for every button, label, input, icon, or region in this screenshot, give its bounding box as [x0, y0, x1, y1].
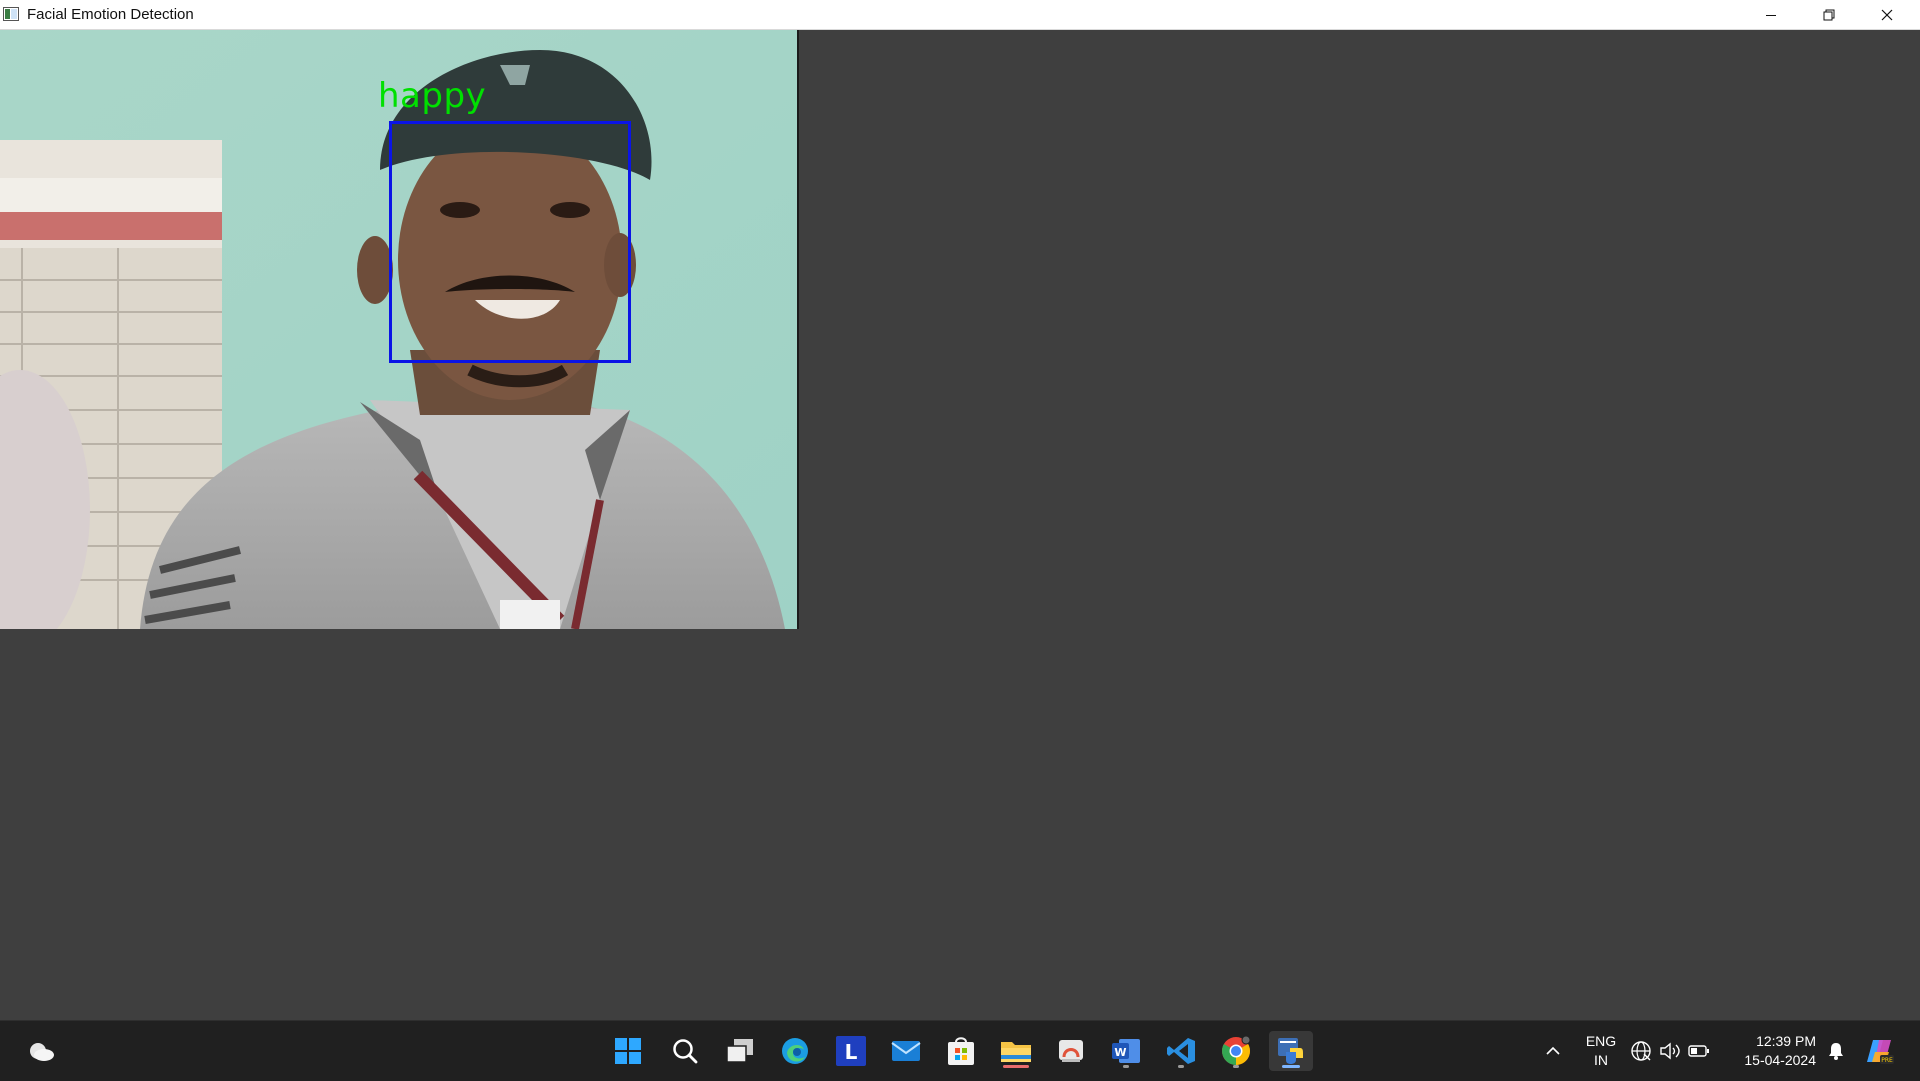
taskbar-remote-desktop[interactable]	[1051, 1031, 1091, 1071]
input-language-indicator[interactable]: ENG IN	[1578, 1032, 1624, 1070]
taskbar-word[interactable]: W	[1106, 1031, 1146, 1071]
svg-text:L: L	[845, 1040, 858, 1064]
copilot-icon: PRE	[1867, 1040, 1894, 1064]
minimize-icon	[1766, 14, 1776, 16]
taskbar-store[interactable]	[941, 1031, 981, 1071]
task-view-icon	[726, 1039, 753, 1063]
edge-icon	[782, 1038, 808, 1064]
active-window-indicator	[1282, 1065, 1300, 1068]
taskbar-chrome[interactable]	[1216, 1031, 1256, 1071]
store-icon	[948, 1037, 974, 1065]
python-icon	[1278, 1038, 1303, 1064]
emotion-label: happy	[378, 76, 487, 116]
taskbar-mail[interactable]	[886, 1031, 926, 1071]
bell-icon	[1829, 1043, 1843, 1060]
windows-start-icon	[615, 1038, 641, 1064]
restore-button[interactable]	[1800, 0, 1858, 29]
running-indicator	[1123, 1065, 1129, 1068]
language-code: ENG	[1585, 1033, 1617, 1049]
minimize-button[interactable]	[1742, 0, 1800, 29]
restore-icon	[1823, 9, 1835, 20]
chrome-icon	[1222, 1035, 1251, 1065]
taskbar-edge[interactable]	[775, 1031, 815, 1071]
clock-time: 12:39 PM	[1756, 1033, 1816, 1049]
copilot-button[interactable]: PRE	[1860, 1031, 1900, 1071]
task-view-button[interactable]	[720, 1031, 760, 1071]
weather-icon	[30, 1043, 54, 1061]
svg-text:W: W	[1114, 1046, 1126, 1059]
running-indicator	[1003, 1065, 1029, 1068]
speaker-icon	[1660, 1042, 1680, 1060]
taskbar-python-window[interactable]	[1269, 1031, 1313, 1071]
clock-date: 15-04-2024	[1744, 1052, 1816, 1068]
face-bounding-box	[389, 121, 631, 363]
taskbar-file-explorer[interactable]	[996, 1031, 1036, 1071]
chevron-up-icon	[1546, 1046, 1560, 1055]
svg-text:PRE: PRE	[1881, 1057, 1893, 1064]
window-title: Facial Emotion Detection	[27, 6, 194, 23]
title-bar: Facial Emotion Detection	[0, 0, 1920, 30]
running-indicator	[1178, 1065, 1184, 1068]
window-client-area: happy	[0, 30, 1920, 1020]
network-status[interactable]	[1627, 1031, 1655, 1071]
region-code: IN	[1594, 1052, 1608, 1068]
l-app-icon: L	[836, 1036, 866, 1066]
system-clock[interactable]: 12:39 PM 15-04-2024	[1744, 1032, 1816, 1070]
volume-control[interactable]	[1656, 1031, 1684, 1071]
taskbar-l-app[interactable]: L	[831, 1031, 871, 1071]
start-button[interactable]	[608, 1031, 648, 1071]
show-hidden-icons-button[interactable]	[1533, 1031, 1573, 1071]
word-icon: W	[1112, 1039, 1140, 1063]
file-explorer-icon	[1001, 1042, 1031, 1062]
mail-icon	[891, 1041, 921, 1061]
app-window-icon	[3, 7, 19, 21]
weather-widget[interactable]	[21, 1031, 61, 1071]
webcam-feed: happy	[0, 30, 799, 629]
taskbar-vscode[interactable]	[1161, 1031, 1201, 1071]
vscode-icon	[1167, 1038, 1195, 1064]
taskbar: L W ENG IN 12:39 PM 15-04-2024 PRE	[0, 1020, 1920, 1081]
battery-status[interactable]	[1685, 1031, 1713, 1071]
notifications-button[interactable]	[1822, 1031, 1850, 1071]
globe-network-icon	[1631, 1041, 1651, 1061]
running-indicator	[1233, 1065, 1239, 1068]
battery-icon	[1688, 1045, 1709, 1057]
remote-desktop-icon	[1059, 1040, 1083, 1062]
search-button[interactable]	[665, 1031, 705, 1071]
close-button[interactable]	[1858, 0, 1916, 29]
close-icon	[1881, 9, 1893, 20]
search-icon	[673, 1039, 698, 1064]
